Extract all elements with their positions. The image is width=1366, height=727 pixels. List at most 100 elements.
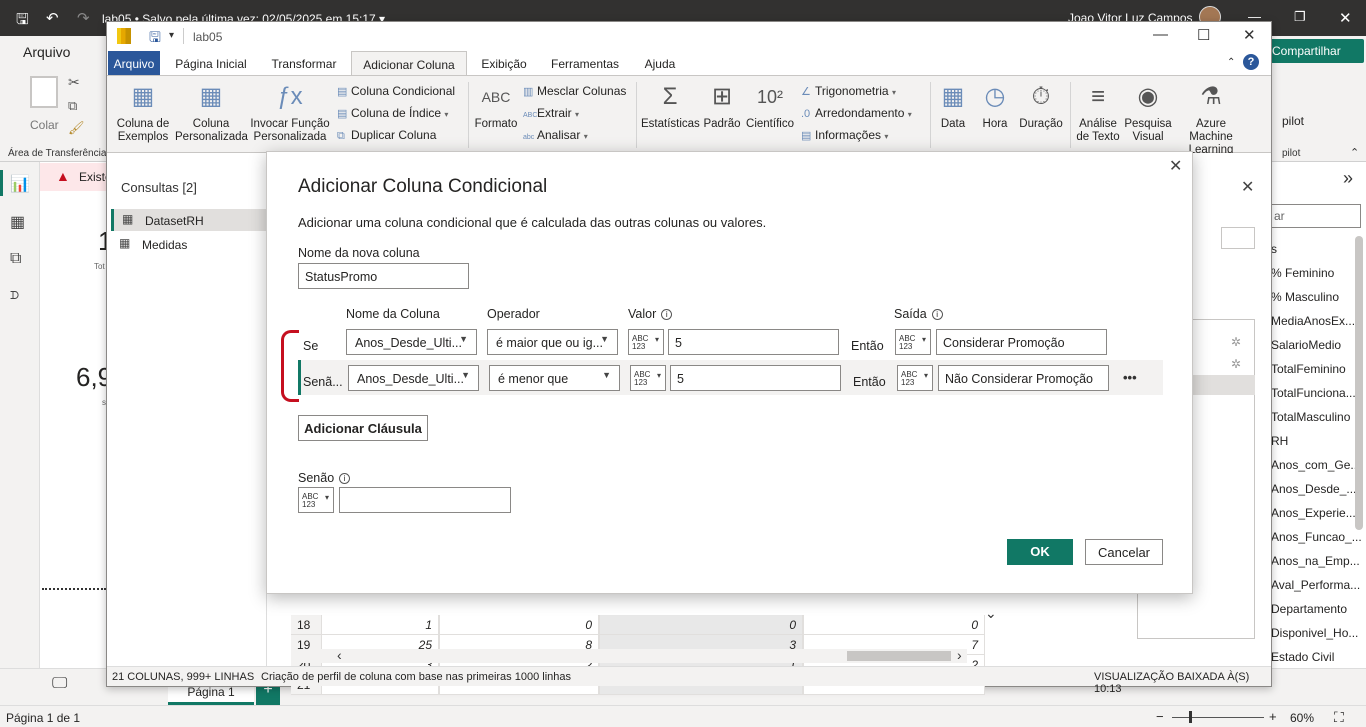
cientifico-button[interactable]: 10² Científico (745, 82, 795, 131)
mesclar-colunas-button[interactable]: ▥ Mesclar Colunas (523, 84, 626, 98)
value-input-row2[interactable]: 5 (670, 365, 841, 391)
copy-icon[interactable]: ⧉ (68, 98, 77, 114)
output-input-row1[interactable]: Considerar Promoção (936, 329, 1107, 355)
field-item[interactable]: Anos_Funcao_... (1271, 530, 1362, 544)
field-item[interactable]: % Feminino (1271, 266, 1334, 280)
qat-dropdown-icon[interactable]: ▾ (169, 30, 174, 41)
else-value-input[interactable] (339, 487, 511, 513)
column-select-row2[interactable]: Anos_Desde_Ulti... ▼ (348, 365, 479, 391)
paste-icon[interactable] (30, 76, 58, 108)
value-type-select-row2[interactable]: ABC 123 ▾ (630, 365, 666, 391)
ribbon-collapse-icon[interactable]: ⌃ (1227, 57, 1235, 68)
tab-exibicao[interactable]: Exibição (473, 51, 535, 75)
output-type-select-row2[interactable]: ABC 123 ▾ (897, 365, 933, 391)
arredondamento-button[interactable]: .0 Arredondamento ▾ (801, 106, 912, 120)
close-icon[interactable]: ✕ (1339, 9, 1352, 27)
output-input-row2[interactable]: Não Considerar Promoção (938, 365, 1109, 391)
model-view-icon[interactable]: ⧉ (10, 250, 30, 268)
coluna-exemplos-button[interactable]: ▦ Coluna de Exemplos (113, 82, 173, 144)
tab-transformar[interactable]: Transformar (263, 51, 345, 75)
scroll-left-icon[interactable]: ‹ (337, 647, 342, 663)
field-item[interactable]: Departamento (1271, 602, 1347, 616)
field-item[interactable]: Estado Civil (1271, 650, 1334, 664)
zoom-slider-thumb[interactable] (1189, 711, 1192, 723)
tab-adicionar-coluna[interactable]: Adicionar Coluna (351, 51, 467, 75)
field-item[interactable]: Anos_na_Emp... (1271, 554, 1360, 568)
tab-ferramentas[interactable]: Ferramentas (547, 51, 623, 75)
report-view-icon[interactable]: 📊 (10, 174, 30, 193)
coluna-indice-button[interactable]: ▤ Coluna de Índice ▾ (337, 106, 448, 120)
operator-select-row2[interactable]: é menor que ▼ (489, 365, 620, 391)
desktop-view-icon[interactable]: 🖵 (52, 675, 67, 693)
pq-maximize-icon[interactable]: ☐ (1197, 26, 1210, 44)
cancel-button[interactable]: Cancelar (1085, 539, 1163, 565)
step-settings-icon[interactable]: ✲ (1231, 335, 1241, 349)
format-painter-icon[interactable]: 🖌 (68, 120, 85, 136)
help-icon[interactable]: ? (1243, 54, 1259, 70)
fields-scrollbar[interactable] (1355, 236, 1363, 530)
pesquisa-visual-button[interactable]: ◉ Pesquisa Visual (1123, 82, 1173, 144)
new-column-name-input[interactable]: StatusPromo (298, 263, 469, 289)
field-item[interactable]: RH (1271, 434, 1288, 448)
fit-page-icon[interactable]: ⛶ (1334, 709, 1344, 726)
ok-button[interactable]: OK (1007, 539, 1073, 565)
column-select-row1[interactable]: Anos_Desde_Ulti... ▼ (346, 329, 477, 355)
table-cell[interactable]: 0 (599, 615, 803, 635)
more-options-icon[interactable]: ••• (1123, 370, 1137, 385)
undo-icon[interactable]: ↶ (46, 9, 59, 27)
coluna-personalizada-button[interactable]: ▦ Coluna Personalizada (175, 82, 248, 144)
tab-arquivo[interactable]: Arquivo (108, 51, 160, 75)
pbi-arquivo-tab[interactable]: Arquivo (23, 44, 70, 60)
pq-close-icon[interactable]: ✕ (1243, 26, 1256, 44)
zoom-level[interactable]: 60% (1290, 711, 1314, 725)
estatisticas-button[interactable]: Σ Estatísticas (641, 82, 700, 131)
expand-pane-icon[interactable]: » (1343, 168, 1353, 189)
invocar-funcao-button[interactable]: ƒx Invocar Função Personalizada (249, 82, 331, 144)
azure-ml-button[interactable]: ⚗ Azure Machine Learning (1173, 82, 1249, 157)
tab-ajuda[interactable]: Ajuda (639, 51, 681, 75)
ribbon-collapse-icon[interactable]: ⌃ (1350, 146, 1359, 159)
query-item-medidas[interactable]: ▦ Medidas (111, 233, 267, 255)
padrao-button[interactable]: ⊞ Padrão (701, 82, 743, 131)
redo-icon[interactable]: ↷ (77, 9, 90, 27)
share-button[interactable]: Compartilhar (1268, 39, 1364, 63)
analise-texto-button[interactable]: ≡ Análise de Texto (1073, 82, 1123, 144)
field-item[interactable]: Anos_Desde_... (1271, 482, 1356, 496)
info-icon[interactable]: i (931, 309, 943, 321)
table-cell[interactable]: 0 (803, 615, 985, 635)
output-type-select-row1[interactable]: ABC 123 ▾ (895, 329, 931, 355)
info-icon[interactable]: i (339, 473, 351, 485)
fields-search-input[interactable]: ar (1267, 204, 1361, 228)
table-cell[interactable]: 1 (321, 615, 439, 635)
field-item[interactable]: TotalFunciona... (1271, 386, 1356, 400)
info-icon[interactable]: i (661, 309, 673, 321)
field-item[interactable]: MediaAnosEx... (1271, 314, 1355, 328)
field-item[interactable]: Disponivel_Ho... (1271, 626, 1358, 640)
field-item[interactable]: TotalFeminino (1271, 362, 1346, 376)
table-cell[interactable]: 0 (439, 615, 599, 635)
settings-close-icon[interactable]: ✕ (1241, 177, 1254, 197)
dialog-close-icon[interactable]: ✕ (1169, 156, 1182, 176)
trigonometria-button[interactable]: ∠ Trigonometria ▾ (801, 84, 896, 98)
scroll-right-icon[interactable]: › (957, 647, 962, 663)
operator-select-row1[interactable]: é maior que ou ig... ▼ (487, 329, 618, 355)
query-item-datasetrh[interactable]: ▦ DatasetRH (111, 209, 267, 231)
field-item[interactable]: SalarioMedio (1271, 338, 1341, 352)
analisar-button[interactable]: abc Analisar ▾ (523, 128, 588, 142)
value-input-row1[interactable]: 5 (668, 329, 839, 355)
scroll-down-icon[interactable]: ⌄ (985, 605, 997, 622)
field-item[interactable]: Anos_com_Ge... (1271, 458, 1360, 472)
extrair-button[interactable]: ABCExtrair ▾ (523, 106, 579, 120)
copilot-label[interactable]: pilot (1282, 114, 1304, 128)
formato-button[interactable]: ABC Formato (471, 82, 521, 131)
name-input[interactable] (1221, 227, 1255, 249)
duplicar-coluna-button[interactable]: ⧉ Duplicar Coluna (337, 128, 436, 143)
cut-icon[interactable]: ✂ (68, 74, 80, 91)
field-item[interactable]: % Masculino (1271, 290, 1339, 304)
field-item[interactable]: TotalMasculino (1271, 410, 1350, 424)
add-clause-button[interactable]: Adicionar Cláusula (298, 415, 428, 441)
coluna-condicional-button[interactable]: ▤ Coluna Condicional (337, 84, 455, 98)
pq-minimize-icon[interactable]: — (1153, 26, 1168, 43)
data-button[interactable]: ▦ Data (933, 82, 973, 131)
duracao-button[interactable]: ⏱ Duração (1017, 82, 1065, 131)
